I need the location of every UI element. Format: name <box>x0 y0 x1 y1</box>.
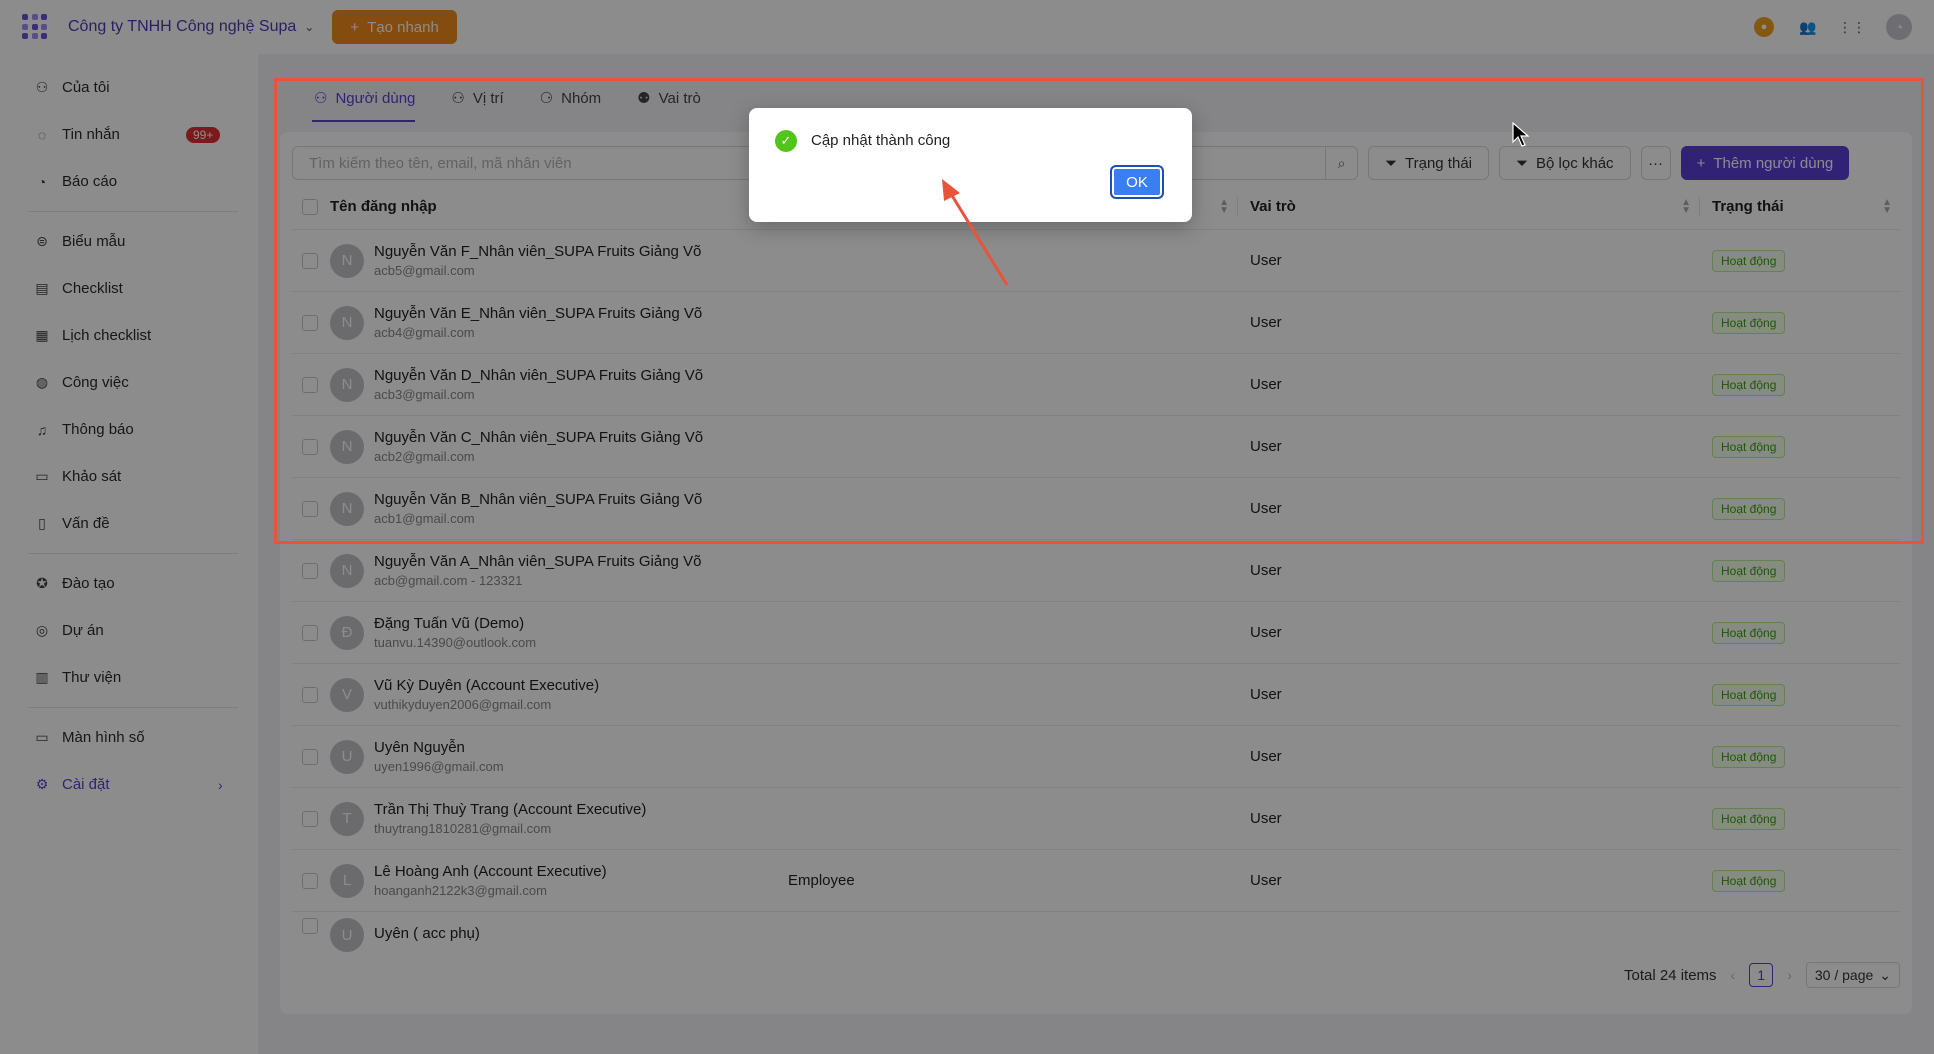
check-circle-icon: ✓ <box>775 130 797 152</box>
annotation-arrow-icon <box>942 179 1009 286</box>
ok-button[interactable]: OK <box>1110 165 1164 199</box>
dialog-message: Cập nhật thành công <box>811 132 951 149</box>
mouse-cursor-icon <box>1512 122 1530 147</box>
